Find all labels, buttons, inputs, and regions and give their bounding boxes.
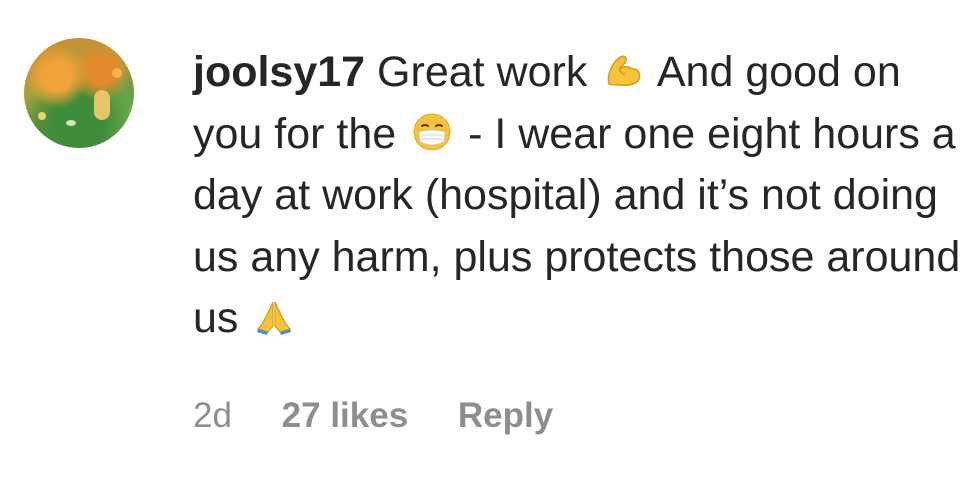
folded-hands-icon (257, 301, 292, 335)
flexed-biceps-icon (608, 55, 641, 86)
comment-body: joolsy17 Great work And good on you for … (193, 42, 973, 350)
avatar[interactable] (24, 38, 134, 148)
username[interactable]: joolsy17 (193, 48, 365, 96)
comment-age[interactable]: 2d (193, 396, 232, 435)
likes-count[interactable]: 27 likes (282, 396, 409, 435)
comment-meta: 2d 27 likes Reply (193, 392, 593, 440)
reply-button[interactable]: Reply (458, 396, 553, 435)
face-with-medical-mask-icon (413, 113, 451, 150)
comment-text-1: Great work (377, 48, 588, 96)
